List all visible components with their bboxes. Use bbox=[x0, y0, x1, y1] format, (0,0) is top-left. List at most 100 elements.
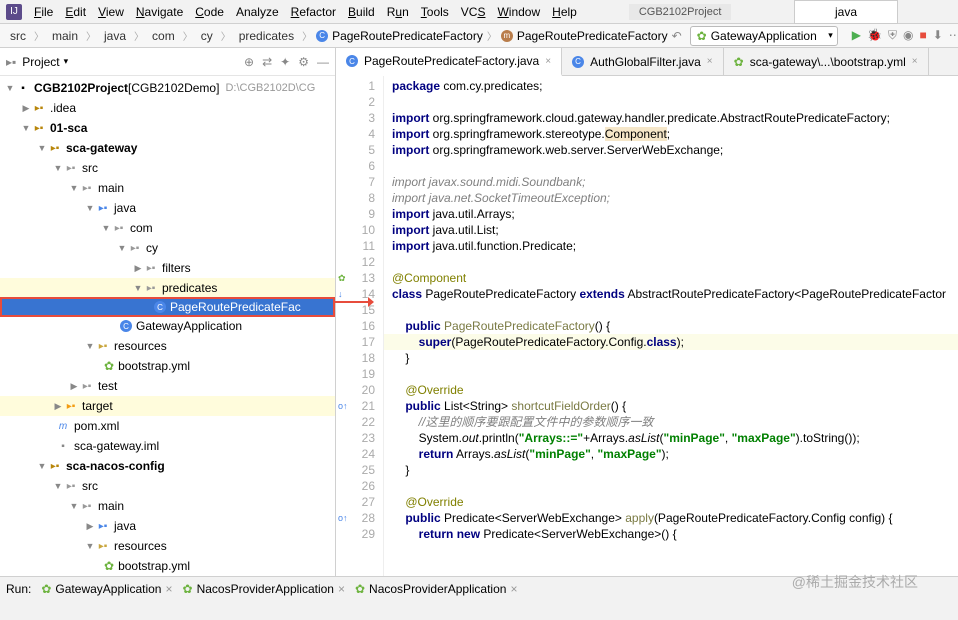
project-view-icon[interactable]: ▸▪ bbox=[6, 55, 16, 69]
breadcrumb-bar: src〉 main〉 java〉 com〉 cy〉 predicates〉 CP… bbox=[0, 24, 958, 48]
tab-factory[interactable]: CPageRoutePredicateFactory.java× bbox=[336, 48, 562, 76]
folder-icon: ▸▪ bbox=[64, 161, 78, 175]
menu-refactor[interactable]: Refactor bbox=[291, 5, 336, 19]
tree-resources[interactable]: ▸▪resources bbox=[0, 336, 335, 356]
more-icon[interactable]: ⋯ bbox=[949, 28, 958, 43]
tree-idea[interactable]: ▸▪.idea bbox=[0, 98, 335, 118]
settings-icon[interactable]: ⚙ bbox=[298, 55, 309, 69]
tree-factory-selected[interactable]: CPageRoutePredicateFac bbox=[0, 297, 335, 317]
stop-icon[interactable]: ■ bbox=[919, 28, 926, 43]
tree-bootstrap2[interactable]: ✿bootstrap.yml bbox=[0, 556, 335, 576]
float-tooltip: java bbox=[794, 0, 898, 24]
tree-java[interactable]: ▸▪java bbox=[0, 198, 335, 218]
hide-icon[interactable]: — bbox=[317, 55, 329, 69]
tab-yml[interactable]: ✿sca-gateway\...\bootstrap.yml× bbox=[724, 48, 929, 75]
gutter[interactable]: 123456789101112✿13↓14151617181920o↑21222… bbox=[336, 76, 384, 576]
spring-icon: ✿ bbox=[355, 582, 365, 596]
tree-resources2[interactable]: ▸▪resources bbox=[0, 536, 335, 556]
close-icon[interactable]: × bbox=[912, 56, 918, 67]
collapse-icon[interactable]: ✦ bbox=[280, 55, 290, 69]
close-icon[interactable]: × bbox=[707, 56, 713, 67]
resources-icon: ▸▪ bbox=[96, 339, 110, 353]
folder-icon: ▸▪ bbox=[80, 379, 94, 393]
tree-main2[interactable]: ▸▪main bbox=[0, 496, 335, 516]
select-opened-icon[interactable]: ⊕ bbox=[244, 55, 254, 69]
tree-root[interactable]: ▪CGB2102Project [CGB2102Demo]D:\CGB2102D… bbox=[0, 78, 335, 98]
spring-file-icon: ✿ bbox=[734, 55, 744, 69]
bc-class[interactable]: CPageRoutePredicateFactory bbox=[316, 29, 483, 43]
ide-logo-icon: IJ bbox=[6, 4, 22, 20]
tree-pom[interactable]: mpom.xml bbox=[0, 416, 335, 436]
project-tree[interactable]: ▪CGB2102Project [CGB2102Demo]D:\CGB2102D… bbox=[0, 76, 335, 576]
package-icon: ▸▪ bbox=[128, 241, 142, 255]
module-icon: ▸▪ bbox=[32, 121, 46, 135]
back-icon[interactable]: ↶ bbox=[672, 29, 682, 43]
tree-gateway[interactable]: ▸▪sca-gateway bbox=[0, 138, 335, 158]
run-tab-3[interactable]: ✿NacosProviderApplication× bbox=[355, 582, 517, 596]
tree-test[interactable]: ▸▪test bbox=[0, 376, 335, 396]
run-tab-2[interactable]: ✿NacosProviderApplication× bbox=[183, 582, 345, 596]
tree-src[interactable]: ▸▪src bbox=[0, 158, 335, 178]
tree-sca[interactable]: ▸▪01-sca bbox=[0, 118, 335, 138]
tab-filter[interactable]: CAuthGlobalFilter.java× bbox=[562, 48, 724, 75]
tree-filters[interactable]: ▸▪filters bbox=[0, 258, 335, 278]
menu-window[interactable]: Window bbox=[497, 5, 540, 19]
code-editor[interactable]: 123456789101112✿13↓14151617181920o↑21222… bbox=[336, 76, 958, 576]
tree-target[interactable]: ▸▪target bbox=[0, 396, 335, 416]
tree-com[interactable]: ▸▪com bbox=[0, 218, 335, 238]
run-icon[interactable]: ▶ bbox=[852, 28, 861, 43]
close-icon[interactable]: × bbox=[165, 582, 172, 596]
coverage-icon[interactable]: ⛨ bbox=[888, 28, 897, 43]
package-icon: ▸▪ bbox=[112, 221, 126, 235]
debug-icon[interactable]: 🐞 bbox=[867, 28, 882, 43]
bc-cy[interactable]: cy bbox=[197, 27, 217, 45]
bc-main[interactable]: main bbox=[48, 27, 82, 45]
spring-icon: ✿ bbox=[697, 29, 707, 43]
expand-icon[interactable]: ⇄ bbox=[262, 55, 272, 69]
menu-view[interactable]: View bbox=[98, 5, 124, 19]
code-content[interactable]: package com.cy.predicates;import org.spr… bbox=[384, 76, 958, 576]
tree-bootstrap[interactable]: ✿bootstrap.yml bbox=[0, 356, 335, 376]
bc-java[interactable]: java bbox=[100, 27, 130, 45]
tree-main[interactable]: ▸▪main bbox=[0, 178, 335, 198]
menu-file[interactable]: FFileile bbox=[34, 5, 53, 19]
git-icon[interactable]: ⬇ bbox=[933, 28, 943, 43]
close-icon[interactable]: × bbox=[510, 582, 517, 596]
bc-method[interactable]: mPageRoutePredicateFactory bbox=[501, 29, 668, 43]
close-icon[interactable]: × bbox=[545, 56, 551, 67]
menu-help[interactable]: Help bbox=[552, 5, 577, 19]
tree-java2[interactable]: ▸▪java bbox=[0, 516, 335, 536]
tree-predicates[interactable]: ▸▪predicates bbox=[0, 278, 335, 298]
menu-vcs[interactable]: VCS bbox=[461, 5, 486, 19]
folder-icon: ▸▪ bbox=[80, 499, 94, 513]
close-icon[interactable]: × bbox=[338, 582, 345, 596]
profile-icon[interactable]: ◉ bbox=[903, 28, 913, 43]
spring-file-icon: ✿ bbox=[104, 559, 114, 573]
menu-analyze[interactable]: Analyze bbox=[236, 5, 279, 19]
module-icon: ▸▪ bbox=[48, 141, 62, 155]
bc-com[interactable]: com bbox=[148, 27, 179, 45]
class-icon: C bbox=[572, 56, 584, 68]
run-tab-1[interactable]: ✿GatewayApplication× bbox=[41, 582, 172, 596]
target-icon: ▸▪ bbox=[64, 399, 78, 413]
tree-src2[interactable]: ▸▪src bbox=[0, 476, 335, 496]
tree-cy[interactable]: ▸▪cy bbox=[0, 238, 335, 258]
run-config-combo[interactable]: ✿ GatewayApplication bbox=[690, 26, 838, 46]
class-icon: C bbox=[316, 30, 328, 42]
menu-tools[interactable]: Tools bbox=[421, 5, 449, 19]
menu-code[interactable]: Code bbox=[195, 5, 224, 19]
spring-file-icon: ✿ bbox=[104, 359, 114, 373]
tree-nacos[interactable]: ▸▪sca-nacos-config bbox=[0, 456, 335, 476]
bc-predicates[interactable]: predicates bbox=[235, 27, 298, 45]
recent-project-tab[interactable]: CGB2102Project bbox=[629, 4, 732, 20]
tree-iml[interactable]: ▪sca-gateway.iml bbox=[0, 436, 335, 456]
source-folder-icon: ▸▪ bbox=[96, 519, 110, 533]
class-icon: C bbox=[154, 301, 166, 313]
menu-build[interactable]: Build bbox=[348, 5, 375, 19]
menu-run[interactable]: Run bbox=[387, 5, 409, 19]
bc-src[interactable]: src bbox=[6, 27, 30, 45]
menu-navigate[interactable]: Navigate bbox=[136, 5, 183, 19]
project-view-title[interactable]: Project ▾ bbox=[22, 55, 68, 69]
tree-gwapp[interactable]: CGatewayApplication bbox=[0, 316, 335, 336]
menu-edit[interactable]: Edit bbox=[65, 5, 86, 19]
